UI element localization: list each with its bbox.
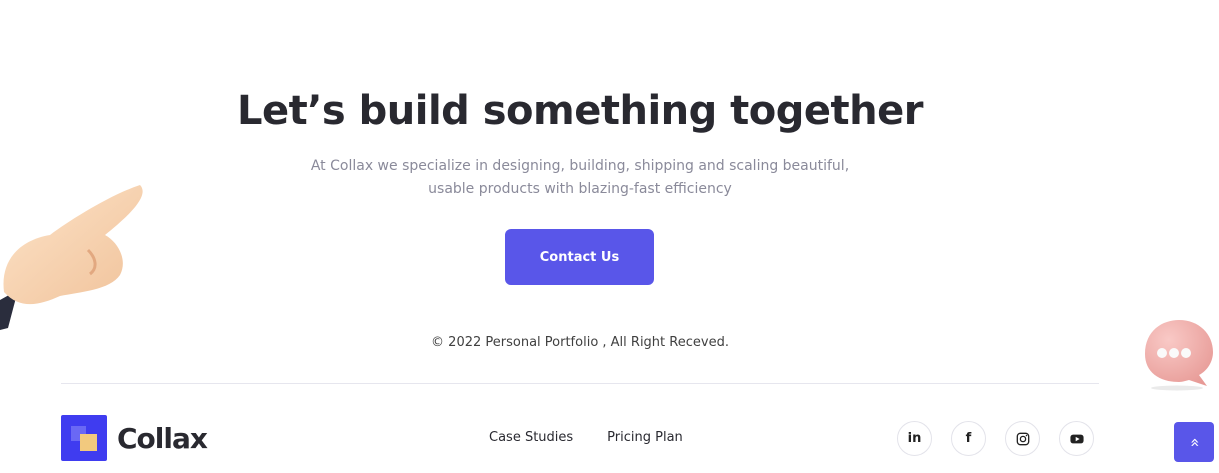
linkedin-icon[interactable]: in	[897, 421, 932, 456]
footer-nav: Case Studies Pricing Plan	[489, 430, 683, 445]
pointing-hand-illustration	[0, 185, 143, 330]
contact-us-button[interactable]: Contact Us	[505, 229, 654, 285]
logo-mark-icon	[61, 415, 107, 461]
social-links: in f	[897, 421, 1094, 456]
facebook-icon[interactable]: f	[951, 421, 986, 456]
youtube-icon[interactable]	[1059, 421, 1094, 456]
facebook-glyph: f	[965, 431, 972, 446]
footer-link-case-studies[interactable]: Case Studies	[489, 430, 573, 445]
footer-logo[interactable]: Collax	[61, 415, 208, 461]
hero-subtitle-line-2: usable products with blazing-fast effici…	[428, 181, 732, 197]
copyright-text: © 2022 Personal Portfolio , All Right Re…	[431, 335, 729, 350]
footer-link-pricing-plan[interactable]: Pricing Plan	[607, 430, 683, 445]
footer-divider	[61, 383, 1099, 384]
chat-bubble-icon[interactable]	[1137, 316, 1217, 391]
hero-subtitle-line-1: At Collax we specialize in designing, bu…	[310, 158, 850, 174]
double-chevron-up-icon: »	[1184, 437, 1204, 447]
hero-subtitle: At Collax we specialize in designing, bu…	[0, 155, 1160, 201]
logo-text: Collax	[117, 421, 208, 455]
hero-title: Let’s build something together	[236, 88, 924, 134]
instagram-icon[interactable]	[1005, 421, 1040, 456]
scroll-to-top-button[interactable]: »	[1174, 422, 1214, 462]
linkedin-glyph: in	[907, 431, 922, 446]
